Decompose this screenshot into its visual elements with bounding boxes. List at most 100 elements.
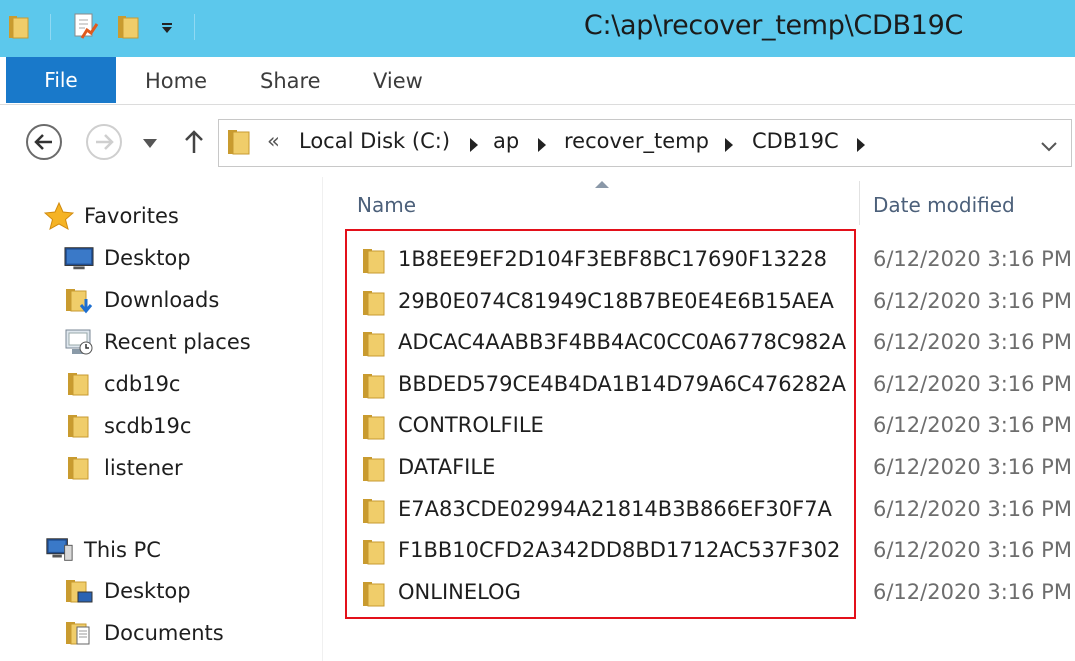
- nav-item-label: Desktop: [104, 246, 191, 270]
- file-date-modified: 6/12/2020 3:16 PM: [873, 288, 1072, 313]
- downloads-folder-icon: [64, 285, 94, 315]
- title-bar: C:\ap\recover_temp\CDB19C: [0, 0, 1075, 57]
- recent-places-icon: [64, 327, 94, 357]
- breadcrumb-cdb19c[interactable]: CDB19C: [752, 129, 839, 153]
- folder-icon: [64, 453, 94, 483]
- folder-icon: [225, 126, 253, 162]
- customize-toolbar-icon[interactable]: [152, 10, 182, 44]
- file-row[interactable]: 1B8EE9EF2D104F3EBF8BC17690F13228 6/12/202…: [322, 240, 1075, 281]
- separator: [50, 14, 51, 40]
- folder-icon: [360, 496, 388, 530]
- folder-icon: [360, 288, 388, 322]
- file-row[interactable]: E7A83CDE02994A21814B3B866EF30F7A 6/12/202…: [322, 490, 1075, 531]
- file-name: ONLINELOG: [398, 579, 521, 604]
- nav-item-label: Desktop: [104, 579, 191, 603]
- nav-item-label: Documents: [104, 621, 224, 645]
- nav-item-cdb19c[interactable]: cdb19c: [64, 369, 180, 399]
- tab-home[interactable]: Home: [145, 69, 207, 93]
- recent-locations-icon[interactable]: [140, 135, 160, 151]
- address-bar[interactable]: « Local Disk (C:) ap recover_temp CDB19C: [218, 119, 1072, 167]
- folder-icon: [360, 329, 388, 363]
- file-row[interactable]: ONLINELOG 6/12/2020 3:16 PM: [322, 573, 1075, 614]
- new-folder-icon[interactable]: [112, 10, 146, 44]
- address-dropdown-icon[interactable]: [1041, 137, 1057, 156]
- nav-item-label: Recent places: [104, 330, 251, 354]
- column-header-date-modified[interactable]: Date modified: [873, 193, 1015, 217]
- sort-ascending-icon: [595, 181, 609, 188]
- back-button[interactable]: [24, 122, 64, 162]
- file-row[interactable]: CONTROLFILE 6/12/2020 3:16 PM: [322, 406, 1075, 447]
- window-title: C:\ap\recover_temp\CDB19C: [583, 10, 963, 41]
- file-name: CONTROLFILE: [398, 413, 544, 438]
- breadcrumb-caret-icon[interactable]: [470, 138, 478, 152]
- nav-item-pc-desktop[interactable]: Desktop: [64, 576, 191, 606]
- file-name: F1BB10CFD2A342DD8BD1712AC537F302: [398, 538, 841, 563]
- file-row[interactable]: ADCAC4AABB3F4BB4AC0CC0A6778C982A 6/12/202…: [322, 323, 1075, 364]
- file-date-modified: 6/12/2020 3:16 PM: [873, 496, 1072, 521]
- ribbon: File Home Share View: [0, 57, 1075, 105]
- desktop-folder-icon: [64, 576, 94, 606]
- breadcrumb-caret-icon[interactable]: [857, 138, 865, 152]
- nav-item-label: Downloads: [104, 288, 220, 312]
- folder-icon: [360, 246, 388, 280]
- file-name: E7A83CDE02994A21814B3B866EF30F7A: [398, 496, 832, 521]
- folder-icon: [64, 411, 94, 441]
- this-pc-label: This PC: [84, 538, 161, 562]
- file-list: Name Date modified 1B8EE9EF2D104F3EBF8BC…: [322, 177, 1075, 661]
- folder-icon: [360, 537, 388, 571]
- nav-item-documents[interactable]: Documents: [64, 618, 224, 648]
- tab-view[interactable]: View: [373, 69, 423, 93]
- folder-icon[interactable]: [4, 10, 34, 44]
- nav-item-desktop[interactable]: Desktop: [64, 243, 191, 273]
- file-row[interactable]: 29B0E074C81949C18B7BE0E4E6B15AEA 6/12/202…: [322, 282, 1075, 323]
- file-row[interactable]: F1BB10CFD2A342DD8BD1712AC537F302 6/12/202…: [322, 531, 1075, 572]
- nav-item-label: listener: [104, 456, 183, 480]
- nav-item-recent-places[interactable]: Recent places: [64, 327, 251, 357]
- separator: [194, 14, 195, 40]
- file-name: 29B0E074C81949C18B7BE0E4E6B15AEA: [398, 288, 834, 313]
- file-name: ADCAC4AABB3F4BB4AC0CC0A6778C982A: [398, 330, 846, 355]
- file-row[interactable]: DATAFILE 6/12/2020 3:16 PM: [322, 448, 1075, 489]
- favorites-label: Favorites: [84, 204, 179, 228]
- file-name: BBDED579CE4B4DA1B14D79A6C476282A: [398, 371, 847, 396]
- file-date-modified: 6/12/2020 3:16 PM: [873, 330, 1072, 355]
- file-date-modified: 6/12/2020 3:16 PM: [873, 413, 1072, 438]
- file-date-modified: 6/12/2020 3:16 PM: [873, 538, 1072, 563]
- computer-icon: [44, 535, 74, 565]
- tab-share[interactable]: Share: [260, 69, 321, 93]
- properties-icon[interactable]: [66, 10, 104, 44]
- star-icon: [44, 201, 74, 231]
- folder-icon: [360, 454, 388, 488]
- nav-item-label: scdb19c: [104, 414, 192, 438]
- navigation-bar: « Local Disk (C:) ap recover_temp CDB19C: [0, 105, 1075, 177]
- file-date-modified: 6/12/2020 3:16 PM: [873, 455, 1072, 479]
- file-date-modified: 6/12/2020 3:16 PM: [873, 247, 1072, 271]
- nav-item-downloads[interactable]: Downloads: [64, 285, 219, 315]
- file-name: 1B8EE9EF2D104F3EBF8BC17690F13228: [398, 247, 827, 271]
- file-name: DATAFILE: [398, 455, 496, 479]
- tab-file[interactable]: File: [6, 57, 116, 103]
- breadcrumb-ap[interactable]: ap: [493, 129, 519, 153]
- breadcrumb-recover-temp[interactable]: recover_temp: [564, 129, 709, 153]
- breadcrumb-caret-icon[interactable]: [725, 138, 733, 152]
- nav-item-label: cdb19c: [104, 372, 181, 396]
- forward-button[interactable]: [84, 122, 124, 162]
- file-date-modified: 6/12/2020 3:16 PM: [873, 579, 1072, 604]
- folder-icon: [360, 579, 388, 613]
- column-header-name[interactable]: Name: [357, 193, 416, 217]
- favorites-group[interactable]: Favorites: [44, 201, 179, 231]
- nav-item-scdb19c[interactable]: scdb19c: [64, 411, 191, 441]
- this-pc-group[interactable]: This PC: [44, 535, 161, 565]
- folder-icon: [360, 412, 388, 446]
- column-divider[interactable]: [859, 181, 860, 225]
- navigation-pane: Favorites Desktop Downloads Recent place…: [0, 177, 320, 661]
- breadcrumb-caret-icon[interactable]: [538, 138, 546, 152]
- file-date-modified: 6/12/2020 3:16 PM: [873, 371, 1072, 396]
- desktop-icon: [64, 243, 94, 273]
- breadcrumb-local-disk[interactable]: Local Disk (C:): [299, 129, 450, 153]
- overflow-chevron[interactable]: «: [267, 129, 280, 153]
- documents-folder-icon: [64, 618, 94, 648]
- up-arrow-icon[interactable]: [180, 127, 208, 157]
- nav-item-listener[interactable]: listener: [64, 453, 183, 483]
- file-row[interactable]: BBDED579CE4B4DA1B14D79A6C476282A 6/12/202…: [322, 365, 1075, 406]
